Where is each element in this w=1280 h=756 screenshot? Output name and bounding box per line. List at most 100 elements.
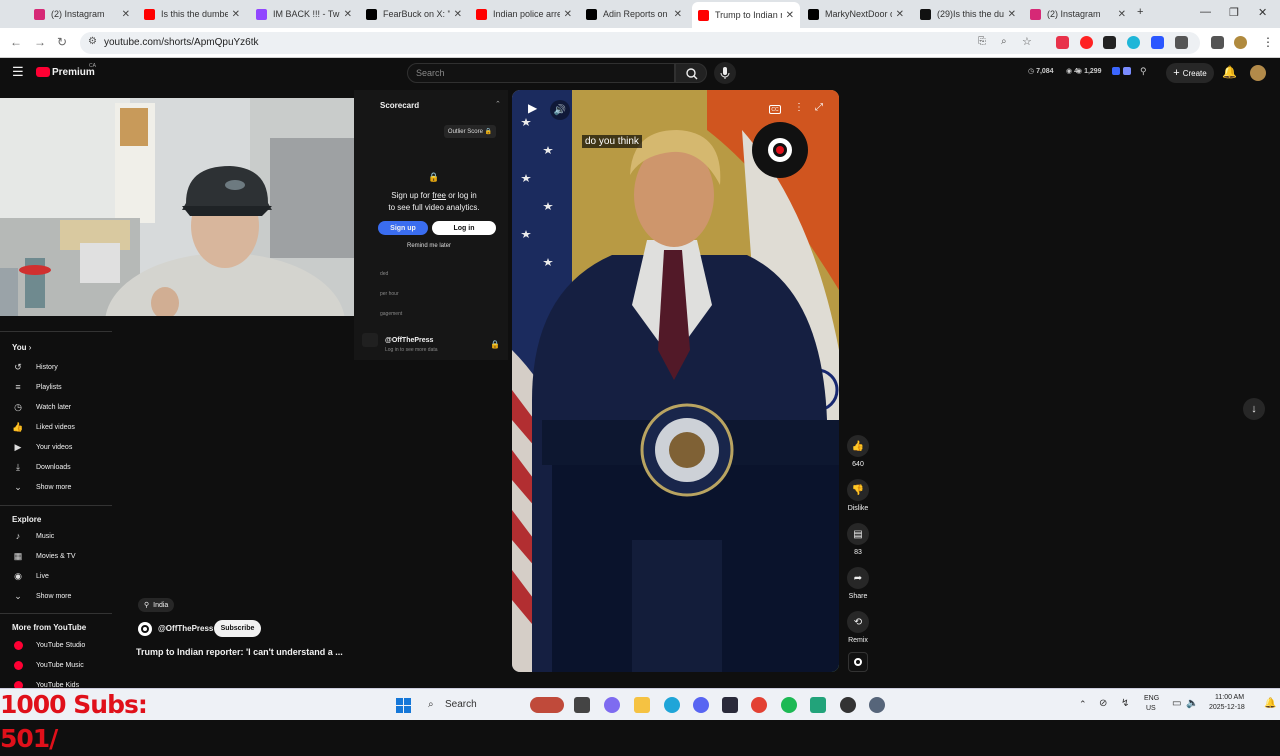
sidebar-you-heading[interactable]: You › bbox=[12, 343, 31, 352]
browser-tab[interactable]: Is this the dumbe ✕ bbox=[138, 3, 246, 25]
dislike-button[interactable]: 👎 Dislike bbox=[846, 479, 870, 512]
login-button[interactable]: Log in bbox=[432, 221, 496, 235]
back-icon[interactable]: ← bbox=[10, 35, 22, 49]
browser-tab[interactable]: MarkyNextDoor o ✕ bbox=[802, 3, 910, 25]
sidebar-item[interactable]: ⤓ Downloads bbox=[12, 458, 112, 476]
discord-icon[interactable] bbox=[693, 697, 709, 713]
outlier-score-badge[interactable]: Outlier Score 🔒 bbox=[444, 125, 496, 138]
extension-icon[interactable] bbox=[1127, 36, 1140, 49]
site-info-icon[interactable]: ⚙ bbox=[88, 36, 97, 47]
notification-center-icon[interactable]: 🔔 bbox=[1264, 698, 1276, 709]
extensions-puzzle-icon[interactable] bbox=[1175, 36, 1188, 49]
browser-tab[interactable]: Trump to Indian r ✕ bbox=[692, 2, 800, 28]
remind-later-link[interactable]: Remind me later bbox=[407, 243, 451, 249]
profile-avatar[interactable] bbox=[1234, 36, 1247, 49]
browser-menu-icon[interactable]: ⋮ bbox=[1262, 35, 1274, 49]
extension-icon[interactable] bbox=[1103, 36, 1116, 49]
extension-icon[interactable] bbox=[1112, 67, 1120, 75]
location-chip[interactable]: ⚲ India bbox=[138, 598, 175, 612]
taskbar-search-icon[interactable]: ⌕ bbox=[428, 699, 434, 710]
display-icon[interactable]: ▭ bbox=[1172, 698, 1181, 709]
sidebar-item[interactable]: ⌄ Show more bbox=[12, 587, 112, 605]
task-view-icon[interactable] bbox=[574, 697, 590, 713]
forward-icon[interactable]: → bbox=[34, 35, 46, 49]
bookmark-star-icon[interactable]: ☆ bbox=[1022, 35, 1032, 48]
app-icon[interactable] bbox=[722, 697, 738, 713]
reload-icon[interactable]: ↻ bbox=[57, 35, 67, 49]
browser-tab[interactable]: IM BACK !!! - Twit ✕ bbox=[250, 3, 358, 25]
tab-close-icon[interactable]: ✕ bbox=[674, 9, 682, 20]
zoom-icon[interactable]: ⌕ bbox=[1001, 36, 1007, 47]
language-indicator[interactable]: ENG bbox=[1144, 695, 1159, 702]
sidebar-item[interactable]: ▶ Your videos bbox=[12, 438, 112, 456]
youtube-logo-icon[interactable] bbox=[36, 67, 50, 77]
tray-chevron-icon[interactable]: ⌃ bbox=[1079, 699, 1087, 710]
taskbar-search-label[interactable]: Search bbox=[445, 699, 477, 710]
like-button[interactable]: 👍 640 bbox=[846, 435, 870, 468]
tab-close-icon[interactable]: ✕ bbox=[1118, 9, 1126, 20]
create-button[interactable]: + Create bbox=[1166, 63, 1214, 83]
notifications-bell-icon[interactable]: 🔔 bbox=[1222, 65, 1237, 79]
install-icon[interactable]: ⎘ bbox=[978, 36, 986, 47]
obs-icon[interactable] bbox=[840, 697, 856, 713]
tab-close-icon[interactable]: ✕ bbox=[564, 9, 572, 20]
voice-search-button[interactable] bbox=[714, 62, 736, 84]
tab-close-icon[interactable]: ✕ bbox=[1008, 9, 1016, 20]
sound-thumbnail[interactable] bbox=[848, 652, 868, 672]
channel-name[interactable]: @OffThePress bbox=[158, 624, 213, 633]
extension-icon[interactable] bbox=[1123, 67, 1131, 75]
search-button[interactable] bbox=[675, 63, 707, 83]
sidebar-item[interactable]: YouTube Music bbox=[12, 656, 112, 674]
chrome-icon[interactable] bbox=[751, 697, 767, 713]
extension-icon[interactable] bbox=[1056, 36, 1069, 49]
close-window-button[interactable]: ✕ bbox=[1258, 6, 1267, 19]
account-avatar[interactable] bbox=[1250, 65, 1266, 81]
tray-icon[interactable]: ↯ bbox=[1121, 698, 1129, 709]
volume-icon[interactable]: 🔊 bbox=[550, 100, 570, 120]
scorecard-channel-name[interactable]: @OffThePress bbox=[385, 337, 433, 344]
fullscreen-icon[interactable]: ⤢ bbox=[815, 102, 823, 113]
minimize-button[interactable]: — bbox=[1200, 6, 1211, 18]
comments-button[interactable]: ▤ 83 bbox=[846, 523, 870, 556]
sidebar-item[interactable]: ↺ History bbox=[12, 358, 112, 376]
search-input[interactable]: Search bbox=[407, 63, 675, 83]
spotify-icon[interactable] bbox=[781, 697, 797, 713]
app-icon[interactable] bbox=[810, 697, 826, 713]
signup-button[interactable]: Sign up bbox=[378, 221, 428, 235]
more-options-icon[interactable]: ⋮ bbox=[794, 102, 804, 113]
tab-close-icon[interactable]: ✕ bbox=[786, 10, 794, 21]
maximize-button[interactable]: ❐ bbox=[1229, 6, 1239, 19]
next-short-arrow-icon[interactable]: ↓ bbox=[1243, 398, 1265, 420]
sidebar-item[interactable]: YouTube Studio bbox=[12, 636, 112, 654]
sidebar-item[interactable]: ◷ Watch later bbox=[12, 398, 112, 416]
pin-icon[interactable]: ⚲ bbox=[1140, 66, 1147, 77]
browser-tab[interactable]: FearBuck on X: "N ✕ bbox=[360, 3, 468, 25]
tab-close-icon[interactable]: ✕ bbox=[232, 9, 240, 20]
speaker-icon[interactable]: 🔈 bbox=[1186, 698, 1198, 709]
address-bar[interactable]: ⚙ youtube.com/shorts/ApmQpuYz6tk ⎘ ⌕ ☆ bbox=[80, 32, 1200, 54]
subscribe-button[interactable]: Subscribe bbox=[214, 620, 261, 637]
browser-tab[interactable]: (2) Instagram ✕ bbox=[28, 3, 136, 25]
channel-avatar[interactable] bbox=[138, 622, 152, 636]
windows-start-icon[interactable] bbox=[396, 698, 412, 714]
collapse-icon[interactable]: ⌃ bbox=[495, 100, 501, 108]
sidebar-item[interactable]: ♪ Music bbox=[12, 527, 112, 545]
browser-tab[interactable]: (29)Is this the dur ✕ bbox=[914, 3, 1022, 25]
settings-icon[interactable] bbox=[869, 697, 885, 713]
tab-close-icon[interactable]: ✕ bbox=[454, 9, 462, 20]
shorts-video-player[interactable]: ▶ 🔊 CC ⋮ ⤢ do you think bbox=[512, 90, 839, 672]
clock-time[interactable]: 11:00 AM bbox=[1215, 694, 1244, 701]
new-tab-button[interactable]: + bbox=[1137, 6, 1143, 18]
sidebar-item[interactable]: 👍 Liked videos bbox=[12, 418, 112, 436]
extension-icon[interactable] bbox=[1151, 36, 1164, 49]
sidebar-item[interactable]: ◉ Live bbox=[12, 567, 112, 585]
remix-button[interactable]: ⟲ Remix bbox=[846, 611, 870, 644]
tray-icon[interactable]: ⊘ bbox=[1099, 698, 1107, 709]
hamburger-menu-icon[interactable]: ☰ bbox=[12, 64, 24, 80]
sidebar-item[interactable]: ≡ Playlists bbox=[12, 378, 112, 396]
extension-icon[interactable] bbox=[1080, 36, 1093, 49]
tab-close-icon[interactable]: ✕ bbox=[344, 9, 352, 20]
tab-close-icon[interactable]: ✕ bbox=[896, 9, 904, 20]
reading-list-icon[interactable] bbox=[1211, 36, 1224, 49]
edge-icon[interactable] bbox=[664, 697, 680, 713]
